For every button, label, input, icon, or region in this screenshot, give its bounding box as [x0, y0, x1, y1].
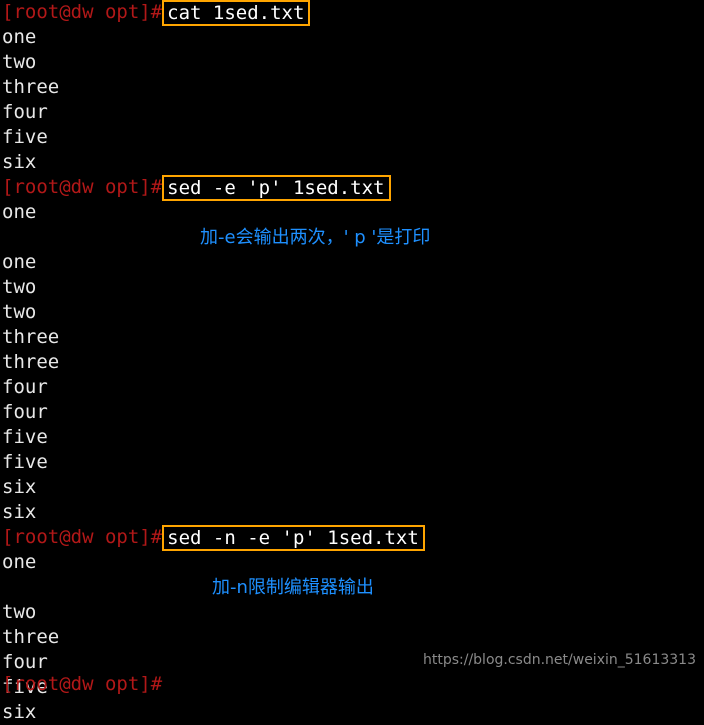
output-line: six	[0, 150, 704, 175]
output-text: four	[2, 101, 48, 123]
output-line: one	[0, 25, 704, 50]
output-line: three	[0, 325, 704, 350]
shell-prompt: [root@dw opt]#	[2, 1, 163, 23]
output-text: six	[2, 151, 37, 173]
output-text: two	[2, 51, 37, 73]
output-text: three	[2, 76, 60, 98]
annotation-sed-n: 加-n限制编辑器输出	[212, 577, 374, 598]
output-text: one	[2, 551, 37, 573]
command-line: [root@dw opt]# cat 1sed.txt	[0, 0, 704, 26]
command-text-sed-e[interactable]: sed -e 'p' 1sed.txt	[162, 174, 391, 201]
shell-prompt: [root@dw opt]#	[2, 176, 163, 198]
output-line: three	[0, 350, 704, 375]
output-line: one	[0, 250, 704, 275]
output-line: four	[0, 400, 704, 425]
output-line: five	[0, 450, 704, 475]
watermark-url: https://blog.csdn.net/weixin_51613313	[422, 652, 696, 668]
shell-prompt: [root@dw opt]#	[2, 526, 163, 548]
output-text: three	[2, 351, 60, 373]
output-text: four	[2, 401, 48, 423]
output-text: two	[2, 276, 37, 298]
output-text: two	[2, 301, 37, 323]
output-line: three	[0, 625, 704, 650]
command-line: [root@dw opt]# sed -e 'p' 1sed.txt	[0, 174, 704, 201]
output-line: two	[0, 600, 704, 625]
output-text: five	[2, 126, 48, 148]
output-text: five	[2, 451, 48, 473]
output-text: five	[2, 426, 48, 448]
output-line: two	[0, 50, 704, 75]
output-text: two	[2, 601, 37, 623]
output-text: three	[2, 326, 60, 348]
output-text: six	[2, 476, 37, 498]
output-text: one	[2, 26, 37, 48]
output-line: two	[0, 300, 704, 325]
output-text: one	[2, 201, 37, 223]
output-text: six	[2, 501, 37, 523]
output-line: three	[0, 75, 704, 100]
output-text: one	[2, 251, 37, 273]
output-line: four	[0, 100, 704, 125]
output-text: three	[2, 626, 60, 648]
output-line: one	[0, 200, 704, 225]
output-line: six	[0, 475, 704, 500]
command-text-cat[interactable]: cat 1sed.txt	[162, 0, 311, 26]
command-line: [root@dw opt]# sed -n -e 'p' 1sed.txt	[0, 524, 704, 551]
terminal-window: [root@dw opt]# cat 1sed.txt one two three…	[0, 0, 704, 723]
output-line: four	[0, 375, 704, 400]
output-text: four	[2, 376, 48, 398]
annotation-sed-e: 加-e会输出两次，' p '是打印	[200, 227, 431, 248]
output-line: five	[0, 425, 704, 450]
output-line: six	[0, 700, 704, 725]
command-text-sed-n-e[interactable]: sed -n -e 'p' 1sed.txt	[162, 524, 425, 551]
output-line: two	[0, 275, 704, 300]
output-text: six	[2, 701, 37, 723]
output-line: six	[0, 500, 704, 525]
output-line: one	[0, 550, 704, 575]
trailing-shell-prompt: [root@dw opt]#	[2, 673, 163, 695]
output-line: five	[0, 125, 704, 150]
